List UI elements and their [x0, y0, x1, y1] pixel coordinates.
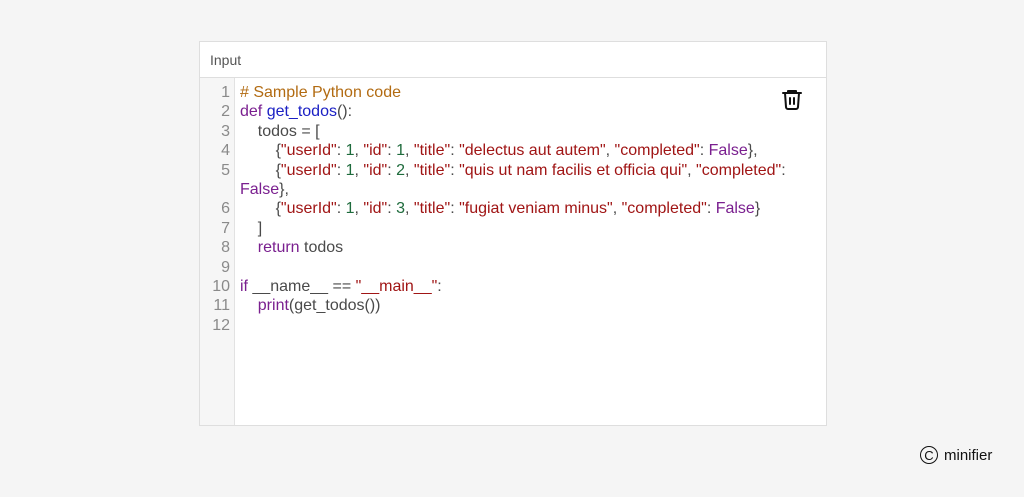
code-token: "__main__"	[355, 277, 438, 295]
code-token: "userId"	[280, 161, 337, 179]
code-token: todos = [	[240, 122, 320, 140]
code-token: :	[336, 161, 346, 179]
code-line: # Sample Python code	[240, 83, 826, 102]
code-token: def	[240, 103, 267, 121]
code-token: todos	[299, 239, 344, 257]
code-token: :	[450, 142, 460, 160]
code-token: (get_todos())	[288, 297, 381, 315]
code-line: ]	[240, 219, 826, 238]
copyright-circle-icon: C	[920, 446, 938, 464]
code-token: "title"	[413, 200, 451, 218]
code-token: {	[240, 142, 281, 160]
code-token: {	[240, 200, 281, 218]
line-number: 5	[221, 161, 230, 179]
code-token: ,	[687, 161, 697, 179]
code-token: ():	[336, 103, 353, 121]
code-token: 1	[345, 142, 355, 160]
code-token: :	[450, 200, 460, 218]
code-token: ,	[405, 200, 414, 218]
code-token: :	[387, 142, 397, 160]
code-token: },	[279, 180, 289, 198]
code-token: 3	[396, 200, 406, 218]
panel-header: Input	[200, 42, 826, 78]
code-token: "completed"	[621, 200, 707, 218]
line-number: 2	[221, 103, 230, 121]
code-token: return	[257, 239, 300, 257]
code-token: "id"	[363, 200, 388, 218]
code-token: :	[387, 200, 397, 218]
panel-title: Input	[210, 51, 242, 68]
code-token: :	[336, 142, 346, 160]
code-token: # Sample Python code	[240, 84, 401, 101]
code-token: ,	[612, 200, 622, 218]
line-number: 11	[213, 297, 230, 315]
code-token: :	[781, 161, 791, 179]
code-token: "completed"	[696, 161, 782, 179]
line-number: 9	[221, 258, 230, 276]
code-token: "title"	[413, 142, 451, 160]
code-token: ,	[605, 142, 615, 160]
code-token: :	[336, 200, 346, 218]
code-token: :	[706, 200, 716, 218]
line-number: 10	[212, 277, 230, 295]
trash-icon[interactable]	[780, 87, 804, 111]
code-line: print(get_todos())	[240, 296, 826, 315]
code-editor[interactable]: 1 2 3 4 5 6 7 8 9 10 11 12 # Sample Python code def …	[200, 78, 826, 425]
line-number: 1	[221, 84, 230, 101]
line-number: 6	[221, 200, 230, 218]
code-token: {	[240, 161, 281, 179]
code-token: 1	[345, 200, 355, 218]
code-line: {"userId": 1, "id": 3, "title": "fugiat …	[240, 199, 826, 218]
code-line: if __name__ == "__main__":	[240, 277, 826, 296]
code-token: "quis ut nam facilis et officia qui"	[459, 161, 688, 179]
code-token: False	[715, 200, 755, 218]
code-token: :	[450, 161, 460, 179]
code-token: :	[699, 142, 709, 160]
code-token: "id"	[363, 142, 388, 160]
code-token: 2	[396, 161, 406, 179]
code-token: "userId"	[280, 142, 337, 160]
code-token: "title"	[413, 161, 451, 179]
code-token: __name__ ==	[248, 277, 356, 295]
code-input-panel: Input 1 2 3 4 5 6 7 8 9 10 11 12 # Sample Python co…	[199, 41, 827, 426]
code-token: False	[240, 180, 280, 198]
brand-logo: C minifier	[920, 446, 992, 464]
code-token: 1	[396, 142, 406, 160]
code-line: def get_todos():	[240, 102, 826, 121]
line-number: 8	[221, 239, 230, 257]
code-text-area[interactable]: # Sample Python code def get_todos(): tod…	[235, 78, 826, 425]
code-token: ]	[240, 219, 263, 237]
code-token: False	[708, 142, 748, 160]
code-token: 1	[345, 161, 355, 179]
code-token: if	[240, 277, 248, 295]
code-token: "id"	[363, 161, 388, 179]
brand-name: minifier	[944, 446, 993, 464]
page: Input 1 2 3 4 5 6 7 8 9 10 11 12 # Sample Python co…	[0, 0, 1024, 497]
code-token: print	[257, 297, 289, 315]
code-token: :	[437, 277, 442, 295]
line-number: 7	[221, 219, 230, 237]
code-line: {"userId": 1, "id": 1, "title": "delectu…	[240, 141, 826, 160]
line-number-gutter: 1 2 3 4 5 6 7 8 9 10 11 12	[200, 78, 235, 425]
code-token: :	[387, 161, 397, 179]
line-number: 12	[212, 316, 230, 334]
code-token: },	[747, 142, 758, 160]
line-number: 4	[221, 142, 230, 160]
code-token: "completed"	[614, 142, 700, 160]
code-token: ,	[405, 142, 414, 160]
code-line: {"userId": 1, "id": 2, "title": "quis ut…	[240, 161, 810, 200]
code-line: return todos	[240, 238, 826, 257]
code-token: "delectus aut autem"	[459, 142, 606, 160]
code-line: todos = [	[240, 122, 826, 141]
code-token: "userId"	[280, 200, 337, 218]
line-number: 3	[221, 122, 230, 140]
code-token: }	[754, 200, 761, 218]
code-token: "fugiat veniam minus"	[459, 200, 613, 218]
code-token: ,	[405, 161, 414, 179]
code-token: get_todos	[266, 103, 337, 121]
